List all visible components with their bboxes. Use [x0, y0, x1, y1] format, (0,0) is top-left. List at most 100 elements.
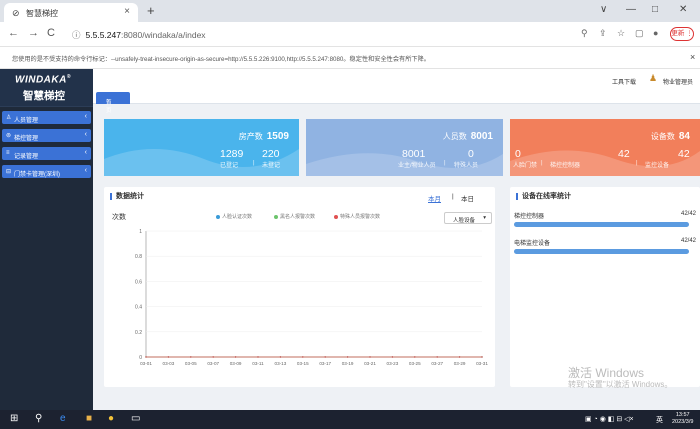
x-tick-label: 03-23	[387, 361, 399, 366]
url-path: :8080/windaka/a/index	[120, 30, 206, 40]
forward-arrow-icon[interactable]: →	[28, 27, 39, 39]
person-icon: ♙	[6, 115, 12, 121]
card-label: 监控设备	[645, 163, 670, 169]
line-chart: 00.20.40.60.8103-01 03-03 03-05 03-07 03-09 0…	[135, 229, 488, 366]
x-tick-label: 03-25	[409, 361, 421, 366]
data-statistics-panel: 数据统计 本月 | 本日 次数 人脸认证次数 黑名人报警次数 特殊人员报警次数 …	[104, 187, 495, 387]
online-progress-bar	[514, 222, 689, 227]
card-value: 220	[262, 148, 280, 160]
sidebar-item-elevator[interactable]: ⊚ 梯控管理 ‹	[2, 129, 91, 142]
card-label: 人脸门禁	[513, 163, 538, 169]
bookmark-star-icon[interactable]: ☆	[617, 28, 625, 39]
tab-home[interactable]: ⌂ 首页	[96, 92, 130, 114]
house-count-card: 房产数 1509 1289 220 已登记 | 未登记	[104, 119, 299, 176]
card-label-sep: |	[253, 160, 255, 166]
sidebar-item-records[interactable]: ≡ 记录管理 ‹	[2, 147, 91, 160]
taskbar: ⊞ ⚲ e ■ ● ▭ ▣ ◔ ◉ ◧ ⊟ ◁× 英 13:57 2023/3/…	[0, 410, 700, 429]
data-point	[324, 356, 326, 358]
data-point	[369, 356, 371, 358]
x-tick-label: 03-09	[230, 361, 242, 366]
close-window-button[interactable]: ✕	[679, 4, 687, 15]
x-tick-label: 03-19	[342, 361, 354, 366]
sidebar-item-label: 门禁卡管理(深圳)	[14, 171, 60, 178]
unsupported-flag-infobar: 您使用的是不受支持的命令行标记：--unsafely-treat-insecur…	[0, 47, 700, 69]
infobar-close-icon[interactable]: ×	[690, 52, 695, 62]
tray-icons[interactable]: ▣ ◔ ◉ ◧ ⊟ ◁×	[585, 415, 634, 423]
app-sidebar: WINDAKA® 智慧梯控 ♙ 人员管理 ‹ ⊚ 梯控管理 ‹ ≡ 记录管理 ‹…	[0, 69, 93, 410]
app-window-icon[interactable]: ▭	[131, 413, 140, 424]
x-tick-label: 03-05	[185, 361, 197, 366]
person-count-card: 人员数 8001 8001 0 业主/物业人员 | 特殊人员	[306, 119, 503, 176]
tab-search-button[interactable]: ∨	[600, 4, 607, 15]
taskbar-clock[interactable]: 13:57 2023/3/9	[672, 412, 693, 426]
data-point	[257, 356, 259, 358]
activation-watermark-sub: 转到"设置"以激活 Windows。	[568, 380, 673, 389]
online-row-label: 梯控控制器	[514, 214, 545, 220]
card-value: 42	[618, 148, 630, 160]
site-info-icon[interactable]: ⓘ	[72, 30, 81, 40]
browser-tab-title: 智慧梯控	[26, 9, 58, 18]
x-tick-label: 03-07	[207, 361, 219, 366]
share-icon[interactable]: ⇪	[599, 28, 607, 39]
brand-name: WINDAKA®	[15, 74, 72, 86]
card-label-sep: |	[636, 160, 638, 166]
ime-indicator[interactable]: 英	[656, 415, 663, 425]
y-tick-label: 0.8	[135, 254, 142, 260]
profile-icon[interactable]: ●	[653, 28, 658, 38]
tab-close-button[interactable]: ×	[124, 6, 130, 17]
update-button[interactable]: 更新 ⋮	[670, 27, 694, 41]
elevator-icon: ⊚	[6, 133, 12, 139]
card-label-sep: |	[541, 160, 543, 166]
data-point	[234, 356, 237, 358]
y-tick-label: 0.2	[135, 330, 142, 336]
data-point	[212, 356, 214, 358]
user-avatar-icon[interactable]: ♟	[649, 73, 657, 84]
chevron-left-icon: ‹	[84, 167, 87, 174]
chrome-icon[interactable]: ●	[108, 413, 114, 424]
chevron-left-icon: ‹	[84, 131, 87, 138]
card-label: 未登记	[262, 163, 281, 169]
maximize-button[interactable]: □	[652, 4, 658, 15]
edge-browser-icon[interactable]: e	[60, 413, 66, 424]
sidebar-item-access-card[interactable]: ⊟ 门禁卡管理(深圳) ‹	[2, 165, 91, 178]
windows-start-icon[interactable]: ⊞	[10, 413, 18, 424]
card-title: 人员数 8001	[442, 131, 493, 142]
brand-subtitle: 智慧梯控	[23, 90, 65, 102]
url-field[interactable]: ⓘ 5.5.5.247:8080/windaka/a/index	[72, 29, 206, 41]
online-row-value: 42/42	[680, 238, 696, 244]
minimize-button[interactable]: —	[626, 4, 636, 15]
sidebar-item-personnel[interactable]: ♙ 人员管理 ‹	[2, 111, 91, 124]
back-arrow-icon[interactable]: ←	[8, 27, 19, 39]
user-name[interactable]: 物业管理员	[663, 77, 693, 86]
zoom-icon[interactable]: ⚲	[581, 28, 588, 39]
x-tick-label: 03-01	[140, 361, 152, 366]
clock-date: 2023/3/9	[672, 419, 694, 425]
infobar-message: 您使用的是不受支持的命令行标记：--unsafely-treat-insecur…	[12, 56, 430, 63]
chevron-left-icon: ‹	[84, 113, 87, 120]
tool-download-link[interactable]: 工具下载	[612, 77, 636, 86]
online-row-value: 42/42	[680, 211, 696, 217]
x-tick-label: 03-13	[275, 361, 287, 366]
card-icon: ⊟	[6, 169, 12, 175]
browser-tab[interactable]: ⊘ 智慧梯控 ×	[4, 3, 138, 22]
search-icon[interactable]: ⚲	[35, 413, 42, 424]
new-tab-button[interactable]: +	[147, 3, 155, 18]
sidebar-icon[interactable]: ▢	[635, 28, 644, 39]
data-point	[346, 356, 349, 358]
card-value: 42	[678, 148, 690, 160]
card-value: 0	[468, 148, 474, 160]
card-label: 特殊人员	[454, 163, 479, 169]
data-point	[436, 356, 438, 358]
data-point	[167, 356, 170, 358]
app-header: 工具下载 ♟ 物业管理员	[93, 69, 700, 89]
online-progress-bar	[514, 249, 689, 254]
device-count-card: 设备数 84 0 42 42 人脸门禁 | 梯控控制器 | 监控设备	[510, 119, 700, 176]
app-logo: WINDAKA® 智慧梯控	[0, 69, 93, 107]
sidebar-item-label: 人员管理	[14, 117, 39, 124]
x-tick-label: 03-11	[252, 361, 264, 366]
x-tick-label: 03-27	[431, 361, 443, 366]
file-explorer-icon[interactable]: ■	[86, 413, 92, 424]
reload-icon[interactable]: C	[47, 27, 55, 39]
device-online-panel: 设备在线率统计 梯控控制器 42/42 电梯监控设备 42/42	[510, 187, 700, 387]
site-favicon-icon: ⊘	[12, 8, 20, 18]
